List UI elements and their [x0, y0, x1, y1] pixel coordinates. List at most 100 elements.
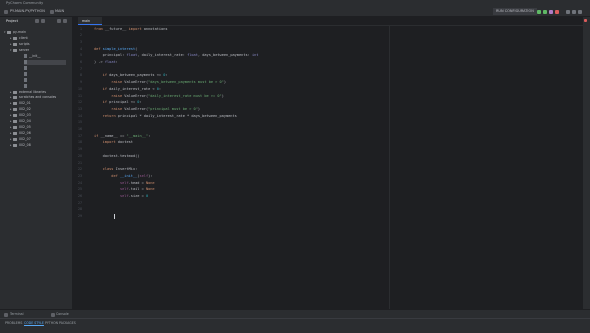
code-line[interactable]: import doctest	[94, 139, 133, 146]
line-number[interactable]: 22	[73, 166, 82, 173]
main-menu-icon[interactable]	[4, 9, 8, 14]
project-panel-title[interactable]: Project	[6, 17, 18, 25]
line-number[interactable]: 18	[73, 139, 82, 146]
status-bar: PROBLEMS CODE STYLE PYTHON PACKAGES	[0, 318, 590, 333]
target-icon[interactable]	[35, 19, 39, 23]
tree-item[interactable]: ▸ scripts	[10, 42, 30, 47]
error-indicator-icon[interactable]	[584, 19, 587, 22]
line-number[interactable]: 26	[73, 193, 82, 200]
tree-file[interactable]	[24, 84, 29, 89]
line-number[interactable]: 4	[73, 46, 82, 53]
line-number[interactable]: 14	[73, 113, 82, 120]
code-token: float	[104, 60, 116, 64]
line-number[interactable]: 27	[73, 200, 82, 207]
tree-item[interactable]: ▸ 002_05	[10, 125, 31, 130]
code-line[interactable]: ) -> float:	[94, 59, 118, 66]
collapse-icon[interactable]	[41, 19, 45, 23]
code-line[interactable]: raise ValueError("days_between_payments …	[94, 79, 226, 86]
line-number[interactable]: 25	[73, 186, 82, 193]
line-number[interactable]: 7	[73, 66, 82, 73]
run-configuration-dropdown[interactable]: RUN CONFIGURATION	[493, 8, 537, 15]
project-selector[interactable]: PY-MAIN.PY/PYTHON	[10, 7, 45, 16]
code-token: simple_interest	[100, 46, 136, 51]
line-number[interactable]: 24	[73, 180, 82, 187]
tree-item[interactable]: ▸ 002_01	[10, 101, 31, 106]
line-number[interactable]: 17	[73, 133, 82, 140]
code-line[interactable]: doctest.testmod()	[94, 153, 140, 160]
code-line[interactable]: def __init__(self):	[94, 173, 152, 180]
folder-icon	[13, 125, 17, 129]
code-line[interactable]: self.size = 0	[94, 193, 148, 200]
gear-icon[interactable]	[572, 9, 576, 14]
tree-file[interactable]	[24, 78, 29, 83]
tree-file[interactable]	[24, 72, 29, 77]
line-number[interactable]: 2	[73, 32, 82, 39]
window-title: PyCharm Community	[6, 1, 44, 5]
run-icon[interactable]	[537, 9, 541, 14]
tree-file[interactable]: __init__	[24, 54, 40, 59]
line-number[interactable]: 20	[73, 153, 82, 160]
code-line[interactable]: if __name__ == "__main__":	[94, 133, 150, 140]
code-token: InsertMix:	[113, 167, 138, 172]
code-line[interactable]: raise ValueError("principal must be > 0"…	[94, 106, 200, 113]
tree-file-selected[interactable]	[24, 60, 66, 65]
line-number[interactable]: 6	[73, 59, 82, 66]
tree-item[interactable]: ▸ 002_02	[10, 107, 31, 112]
tree-item[interactable]: ▾ server	[10, 48, 29, 53]
line-number[interactable]: 29	[73, 213, 82, 220]
code-token: self	[139, 173, 149, 178]
problems-tab[interactable]: PROBLEMS	[5, 319, 22, 328]
tree-item[interactable]: ▸ 002_03	[10, 113, 31, 118]
line-number[interactable]: 11	[73, 93, 82, 100]
tree-item[interactable]: ▸ 002_04	[10, 119, 31, 124]
code-line[interactable]: if days_between_payments <= 0:	[94, 72, 168, 79]
code-line[interactable]: raise ValueError("daily_interest_rate mu…	[94, 93, 224, 100]
code-line[interactable]	[94, 213, 103, 220]
code-line[interactable]: if principal <= 0:	[94, 99, 142, 106]
line-number[interactable]: 10	[73, 86, 82, 93]
line-number[interactable]: 5	[73, 52, 82, 59]
code-line[interactable]: def simple_interest(	[94, 46, 137, 53]
code-line[interactable]: self.tail = None	[94, 186, 155, 193]
search-icon[interactable]	[566, 9, 570, 14]
notifications-icon[interactable]	[578, 9, 582, 14]
tree-item[interactable]: ▸ client	[10, 36, 28, 41]
tree-item[interactable]: ▸ 002_06	[10, 131, 31, 136]
code-token: ):	[148, 173, 153, 178]
line-number[interactable]: 8	[73, 72, 82, 79]
line-number[interactable]: 16	[73, 126, 82, 133]
line-number[interactable]: 3	[73, 39, 82, 46]
editor-tab[interactable]: main	[78, 17, 102, 25]
code-token: if	[94, 73, 107, 78]
line-number[interactable]: 15	[73, 119, 82, 126]
code-style-tab[interactable]: CODE STYLE	[24, 319, 44, 328]
tree-root[interactable]: ▾ py-main	[4, 30, 26, 35]
line-number[interactable]: 9	[73, 79, 82, 86]
code-line[interactable]: return principal * daily_interest_rate *…	[94, 113, 237, 120]
debug-icon[interactable]	[543, 9, 547, 14]
line-number[interactable]: 13	[73, 106, 82, 113]
code-line[interactable]: principal: float, daily_interest_rate: f…	[94, 52, 259, 59]
stop-icon[interactable]	[555, 9, 559, 14]
line-number[interactable]: 28	[73, 206, 82, 213]
branch-selector[interactable]: MAIN	[55, 7, 64, 16]
code-editor[interactable]: main from __future__ import annotations d…	[78, 17, 583, 309]
code-line[interactable]: self.head = None	[94, 180, 155, 187]
line-number[interactable]: 23	[73, 173, 82, 180]
tree-item[interactable]: ▸ 002_08	[10, 143, 31, 148]
line-number[interactable]: 19	[73, 146, 82, 153]
code-line[interactable]: from __future__ import annotations	[94, 26, 168, 33]
line-number[interactable]: 1	[73, 26, 82, 33]
tree-file[interactable]	[24, 66, 29, 71]
code-line[interactable]: if daily_interest_rate < 0:	[94, 86, 161, 93]
code-token: 0	[145, 194, 149, 198]
hide-panel-icon[interactable]	[63, 19, 67, 23]
tree-item[interactable]: ▸ 002_07	[10, 137, 31, 142]
code-line[interactable]: class InsertMix:	[94, 166, 138, 173]
coverage-icon[interactable]	[549, 9, 553, 14]
python-packages-tab[interactable]: PYTHON PACKAGES	[45, 319, 76, 328]
line-number[interactable]: 12	[73, 99, 82, 106]
options-icon[interactable]	[57, 19, 61, 23]
tree-item[interactable]: ▸ scratches and consoles	[10, 95, 56, 100]
line-number[interactable]: 21	[73, 160, 82, 167]
